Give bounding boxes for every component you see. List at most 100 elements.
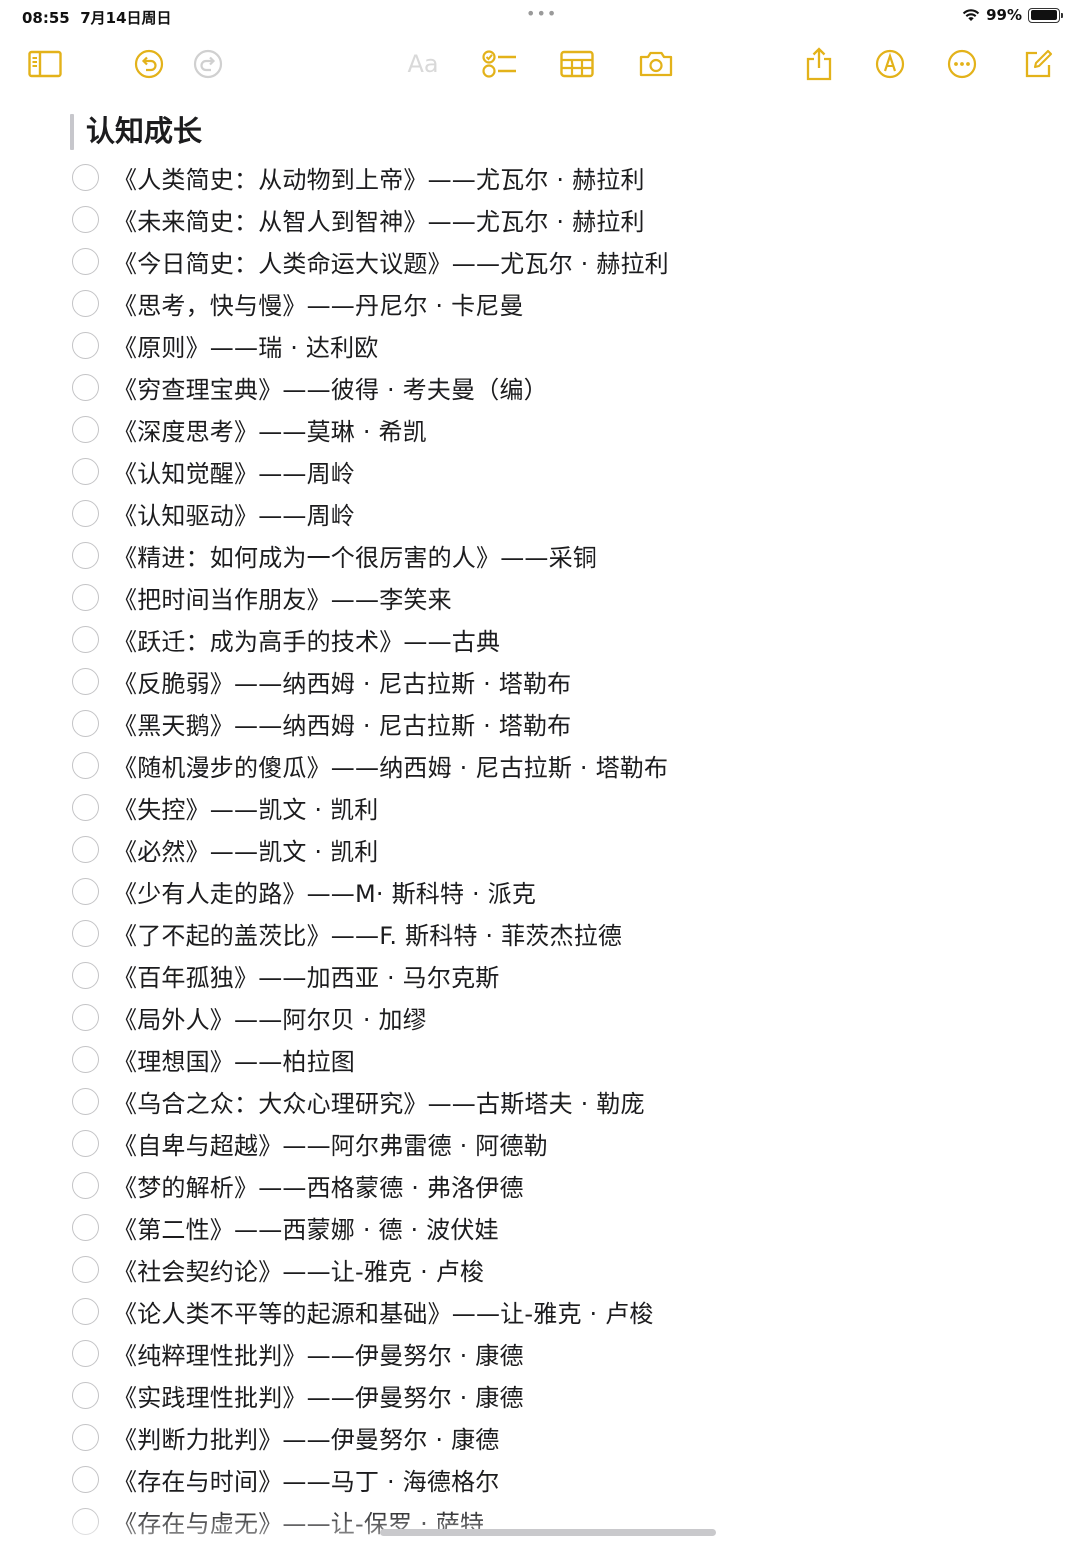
checkbox-circle-icon[interactable] <box>72 961 99 989</box>
sidebar-toggle-button[interactable] <box>23 40 67 88</box>
checklist-item-text[interactable]: 《判断力批判》——伊曼努尔 · 康德 <box>113 1420 500 1455</box>
checklist-item-text[interactable]: 《反脆弱》——纳西姆 · 尼古拉斯 · 塔勒布 <box>113 664 571 699</box>
checklist-item[interactable]: 《失控》——凯文 · 凯利 <box>70 786 1050 828</box>
checklist-item[interactable]: 《随机漫步的傻瓜》——纳西姆 · 尼古拉斯 · 塔勒布 <box>70 744 1050 786</box>
note-title[interactable]: 认知成长 <box>86 110 1050 152</box>
checkbox-circle-icon[interactable] <box>72 415 99 443</box>
checkbox-circle-icon[interactable] <box>72 1297 99 1325</box>
checklist-item-text[interactable]: 《今日简史：人类命运大议题》——尤瓦尔 · 赫拉利 <box>113 244 669 279</box>
checklist-item-text[interactable]: 《局外人》——阿尔贝 · 加缪 <box>113 1000 427 1035</box>
checklist-item[interactable]: 《理想国》——柏拉图 <box>70 1038 1050 1080</box>
checklist-item-text[interactable]: 《精进：如何成为一个很厉害的人》——采铜 <box>113 538 597 573</box>
checklist-item-text[interactable]: 《跃迁：成为高手的技术》——古典 <box>113 622 500 657</box>
checklist-item[interactable]: 《自卑与超越》——阿尔弗雷德 · 阿德勒 <box>70 1122 1050 1164</box>
markup-button[interactable] <box>868 40 912 88</box>
checklist-item[interactable]: 《把时间当作朋友》——李笑来 <box>70 576 1050 618</box>
share-button[interactable] <box>797 40 841 88</box>
checkbox-circle-icon[interactable] <box>72 541 99 569</box>
checkbox-circle-icon[interactable] <box>72 1171 99 1199</box>
checklist-item-text[interactable]: 《了不起的盖茨比》——F. 斯科特 · 菲茨杰拉德 <box>113 916 622 951</box>
checkbox-circle-icon[interactable] <box>72 1213 99 1241</box>
checklist-item-text[interactable]: 《失控》——凯文 · 凯利 <box>113 790 379 825</box>
checklist-item[interactable]: 《深度思考》——莫琳 · 希凯 <box>70 408 1050 450</box>
checklist-item-text[interactable]: 《穷查理宝典》——彼得 · 考夫曼（编） <box>113 370 548 405</box>
checklist-item[interactable]: 《精进：如何成为一个很厉害的人》——采铜 <box>70 534 1050 576</box>
checklist-item[interactable]: 《跃迁：成为高手的技术》——古典 <box>70 618 1050 660</box>
checklist-item[interactable]: 《梦的解析》——西格蒙德 · 弗洛伊德 <box>70 1164 1050 1206</box>
checklist-item-text[interactable]: 《论人类不平等的起源和基础》——让-雅克 · 卢梭 <box>113 1294 654 1329</box>
checklist-item[interactable]: 《认知驱动》——周岭 <box>70 492 1050 534</box>
checkbox-circle-icon[interactable] <box>72 1339 99 1367</box>
checklist-item-text[interactable]: 《百年孤独》——加西亚 · 马尔克斯 <box>113 958 500 993</box>
checkbox-circle-icon[interactable] <box>72 667 99 695</box>
redo-button[interactable] <box>186 40 230 88</box>
checklist-item-text[interactable]: 《纯粹理性批判》——伊曼努尔 · 康德 <box>113 1336 524 1371</box>
checklist-item[interactable]: 《局外人》——阿尔贝 · 加缪 <box>70 996 1050 1038</box>
checklist-item-text[interactable]: 《人类简史：从动物到上帝》——尤瓦尔 · 赫拉利 <box>113 160 645 195</box>
compose-note-button[interactable] <box>1016 40 1060 88</box>
checklist-item[interactable]: 《纯粹理性批判》——伊曼努尔 · 康德 <box>70 1332 1050 1374</box>
checklist-item-text[interactable]: 《随机漫步的傻瓜》——纳西姆 · 尼古拉斯 · 塔勒布 <box>113 748 668 783</box>
checklist-item-text[interactable]: 《实践理性批判》——伊曼努尔 · 康德 <box>113 1378 524 1413</box>
checkbox-circle-icon[interactable] <box>72 499 99 527</box>
checklist-item-text[interactable]: 《思考，快与慢》——丹尼尔 · 卡尼曼 <box>113 286 524 321</box>
checkbox-circle-icon[interactable] <box>72 793 99 821</box>
checklist-item-text[interactable]: 《社会契约论》——让-雅克 · 卢梭 <box>113 1252 484 1287</box>
checklist-item[interactable]: 《了不起的盖茨比》——F. 斯科特 · 菲茨杰拉德 <box>70 912 1050 954</box>
checklist-item[interactable]: 《人类简史：从动物到上帝》——尤瓦尔 · 赫拉利 <box>70 156 1050 198</box>
checklist-item-text[interactable]: 《深度思考》——莫琳 · 希凯 <box>113 412 427 447</box>
note-body[interactable]: 认知成长 《人类简史：从动物到上帝》——尤瓦尔 · 赫拉利 《未来简史：从智人到智… <box>70 110 1050 1542</box>
checklist-item-text[interactable]: 《第二性》——西蒙娜 · 德 · 波伏娃 <box>113 1210 499 1245</box>
checklist-item[interactable]: 《论人类不平等的起源和基础》——让-雅克 · 卢梭 <box>70 1290 1050 1332</box>
checkbox-circle-icon[interactable] <box>72 205 99 233</box>
checkbox-circle-icon[interactable] <box>72 919 99 947</box>
format-text-button[interactable]: Aa <box>401 40 445 88</box>
checklist-item[interactable]: 《穷查理宝典》——彼得 · 考夫曼（编） <box>70 366 1050 408</box>
checklist-item-text[interactable]: 《理想国》——柏拉图 <box>113 1042 355 1077</box>
checkbox-circle-icon[interactable] <box>72 373 99 401</box>
more-button[interactable] <box>940 40 984 88</box>
checklist-item[interactable]: 《少有人走的路》——M· 斯科特 · 派克 <box>70 870 1050 912</box>
checklist-item-text[interactable]: 《原则》——瑞 · 达利欧 <box>113 328 379 363</box>
checklist-item[interactable]: 《思考，快与慢》——丹尼尔 · 卡尼曼 <box>70 282 1050 324</box>
checkbox-circle-icon[interactable] <box>72 625 99 653</box>
checkbox-circle-icon[interactable] <box>72 247 99 275</box>
undo-button[interactable] <box>127 40 171 88</box>
checklist-item-text[interactable]: 《少有人走的路》——M· 斯科特 · 派克 <box>113 874 536 909</box>
checklist-item[interactable]: 《未来简史：从智人到智神》——尤瓦尔 · 赫拉利 <box>70 198 1050 240</box>
checklist-item[interactable]: 《黑天鹅》——纳西姆 · 尼古拉斯 · 塔勒布 <box>70 702 1050 744</box>
checklist-item[interactable]: 《反脆弱》——纳西姆 · 尼古拉斯 · 塔勒布 <box>70 660 1050 702</box>
checklist-item-text[interactable]: 《自卑与超越》——阿尔弗雷德 · 阿德勒 <box>113 1126 548 1161</box>
checkbox-circle-icon[interactable] <box>72 163 99 191</box>
checkbox-circle-icon[interactable] <box>72 751 99 779</box>
checklist-item-text[interactable]: 《未来简史：从智人到智神》——尤瓦尔 · 赫拉利 <box>113 202 645 237</box>
checklist-item-text[interactable]: 《必然》——凯文 · 凯利 <box>113 832 379 867</box>
checklist-item[interactable]: 《认知觉醒》——周岭 <box>70 450 1050 492</box>
checkbox-circle-icon[interactable] <box>72 877 99 905</box>
checklist-item-text[interactable]: 《乌合之众：大众心理研究》——古斯塔夫 · 勒庞 <box>113 1084 645 1119</box>
checkbox-circle-icon[interactable] <box>72 289 99 317</box>
checklist-item[interactable]: 《百年孤独》——加西亚 · 马尔克斯 <box>70 954 1050 996</box>
checklist-item[interactable]: 《必然》——凯文 · 凯利 <box>70 828 1050 870</box>
multitasking-dots[interactable]: ••• <box>526 4 557 23</box>
checklist-item[interactable]: 《原则》——瑞 · 达利欧 <box>70 324 1050 366</box>
camera-button[interactable] <box>634 40 678 88</box>
checklist-item-text[interactable]: 《认知觉醒》——周岭 <box>113 454 355 489</box>
checkbox-circle-icon[interactable] <box>72 1507 99 1535</box>
checklist-item[interactable]: 《今日简史：人类命运大议题》——尤瓦尔 · 赫拉利 <box>70 240 1050 282</box>
checklist-item-text[interactable]: 《黑天鹅》——纳西姆 · 尼古拉斯 · 塔勒布 <box>113 706 571 741</box>
checklist-item-text[interactable]: 《把时间当作朋友》——李笑来 <box>113 580 452 615</box>
checkbox-circle-icon[interactable] <box>72 1003 99 1031</box>
checkbox-circle-icon[interactable] <box>72 457 99 485</box>
checklist-item-text[interactable]: 《存在与时间》——马丁 · 海德格尔 <box>113 1462 500 1497</box>
checkbox-circle-icon[interactable] <box>72 1423 99 1451</box>
home-indicator[interactable] <box>380 1529 716 1536</box>
checklist-item[interactable]: 《乌合之众：大众心理研究》——古斯塔夫 · 勒庞 <box>70 1080 1050 1122</box>
checkbox-circle-icon[interactable] <box>72 1087 99 1115</box>
checkbox-circle-icon[interactable] <box>72 1381 99 1409</box>
checkbox-circle-icon[interactable] <box>72 1045 99 1073</box>
checkbox-circle-icon[interactable] <box>72 583 99 611</box>
checklist-item[interactable]: 《社会契约论》——让-雅克 · 卢梭 <box>70 1248 1050 1290</box>
checklist-item[interactable]: 《实践理性批判》——伊曼努尔 · 康德 <box>70 1374 1050 1416</box>
checklist-item-text[interactable]: 《认知驱动》——周岭 <box>113 496 355 531</box>
